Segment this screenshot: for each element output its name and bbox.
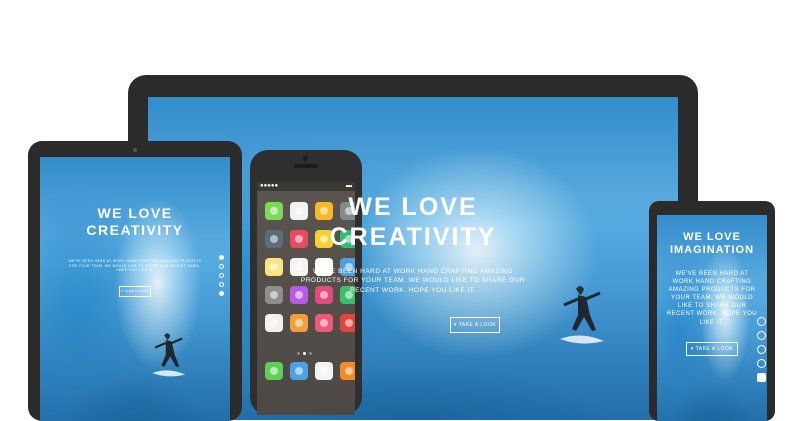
nav-dot[interactable]	[219, 255, 224, 260]
flower-app-icon[interactable]	[315, 314, 333, 332]
app-glyph	[270, 367, 278, 375]
tablet-section-nav	[219, 255, 224, 296]
page-dot[interactable]	[297, 352, 300, 355]
mail-app-icon[interactable]	[290, 362, 308, 380]
small-subtitle-line7: LIKE IT.	[699, 319, 725, 326]
phone-app-icon[interactable]	[265, 362, 283, 380]
page-dot[interactable]	[309, 352, 312, 355]
app-glyph	[270, 319, 278, 327]
app-glyph	[320, 319, 328, 327]
small-subtitle-line3: AMAZING PRODUCTS FOR	[668, 287, 756, 294]
take-a-look-button[interactable]: ▾ TAKE A LOOK	[450, 317, 500, 333]
tablet-subtitle-line3: HOPE YOU LIKE IT.	[116, 268, 154, 273]
app-glyph	[345, 319, 353, 327]
small-subtitle-line6: RECENT WORK. HOPE YOU	[666, 311, 758, 318]
chrome-app-icon[interactable]	[265, 314, 283, 332]
app-glyph	[295, 367, 303, 375]
tablet-title-line1: WE LOVE	[97, 205, 173, 221]
page-indicator	[297, 352, 312, 355]
nav-dot[interactable]	[219, 273, 224, 278]
ibooks-app-icon[interactable]	[290, 314, 308, 332]
small-tablet-device: WE LOVE IMAGINATION WE'VE BEEN HARD AT W…	[649, 201, 775, 421]
phone-camera	[303, 156, 308, 161]
small-title-line2: IMAGINATION	[669, 244, 755, 257]
nav-dot[interactable]	[757, 317, 766, 326]
surfer-image	[152, 333, 186, 377]
newsstand-app-icon[interactable]	[340, 314, 355, 332]
tablet-camera	[133, 148, 137, 152]
tablet-take-a-look-button[interactable]: ▾ TAKE A LOOK	[119, 286, 151, 297]
small-subtitle-line2: WORK HAND CRAFTING	[672, 279, 752, 286]
small-subtitle-line4: YOUR TEAM. WE WOULD	[670, 295, 754, 302]
nav-dot[interactable]	[219, 291, 224, 296]
nav-dot[interactable]	[757, 345, 766, 354]
hero-subtitle-line3: RECENT WORK. HOPE YOU LIKE IT.	[349, 286, 476, 294]
signal-indicator: ●●●●●	[260, 183, 279, 189]
nav-dot[interactable]	[219, 282, 224, 287]
small-subtitle-line1: WE'VE BEEN HARD AT	[675, 271, 749, 277]
nav-dot[interactable]	[757, 359, 766, 368]
small-subtitle-line5: LIKE TO SHARE OUR	[677, 303, 747, 310]
safari-app-icon[interactable]	[315, 362, 333, 380]
small-take-a-look-button[interactable]: ▾ TAKE A LOOK	[686, 342, 738, 356]
nav-dot[interactable]	[757, 331, 766, 340]
app-glyph	[345, 367, 353, 375]
battery-icon: ▬	[346, 183, 352, 189]
music-app-icon[interactable]	[340, 362, 355, 380]
small-title-line1: WE LOVE	[683, 231, 741, 243]
page-dot[interactable]	[303, 352, 306, 355]
status-bar: ●●●●● ▬	[257, 182, 355, 191]
phone-speaker	[294, 164, 318, 168]
app-glyph	[320, 367, 328, 375]
app-dock	[265, 362, 355, 380]
nav-dot[interactable]	[219, 264, 224, 269]
nav-dot[interactable]	[757, 373, 766, 382]
tablet-title-line2: CREATIVITY	[86, 221, 184, 238]
small-section-nav	[757, 317, 766, 382]
hero-subtitle-line2: PRODUCTS FOR YOUR TEAM. WE WOULD LIKE TO…	[300, 277, 526, 285]
small-tablet-screen: WE LOVE IMAGINATION WE'VE BEEN HARD AT W…	[657, 215, 767, 421]
app-glyph	[295, 319, 303, 327]
